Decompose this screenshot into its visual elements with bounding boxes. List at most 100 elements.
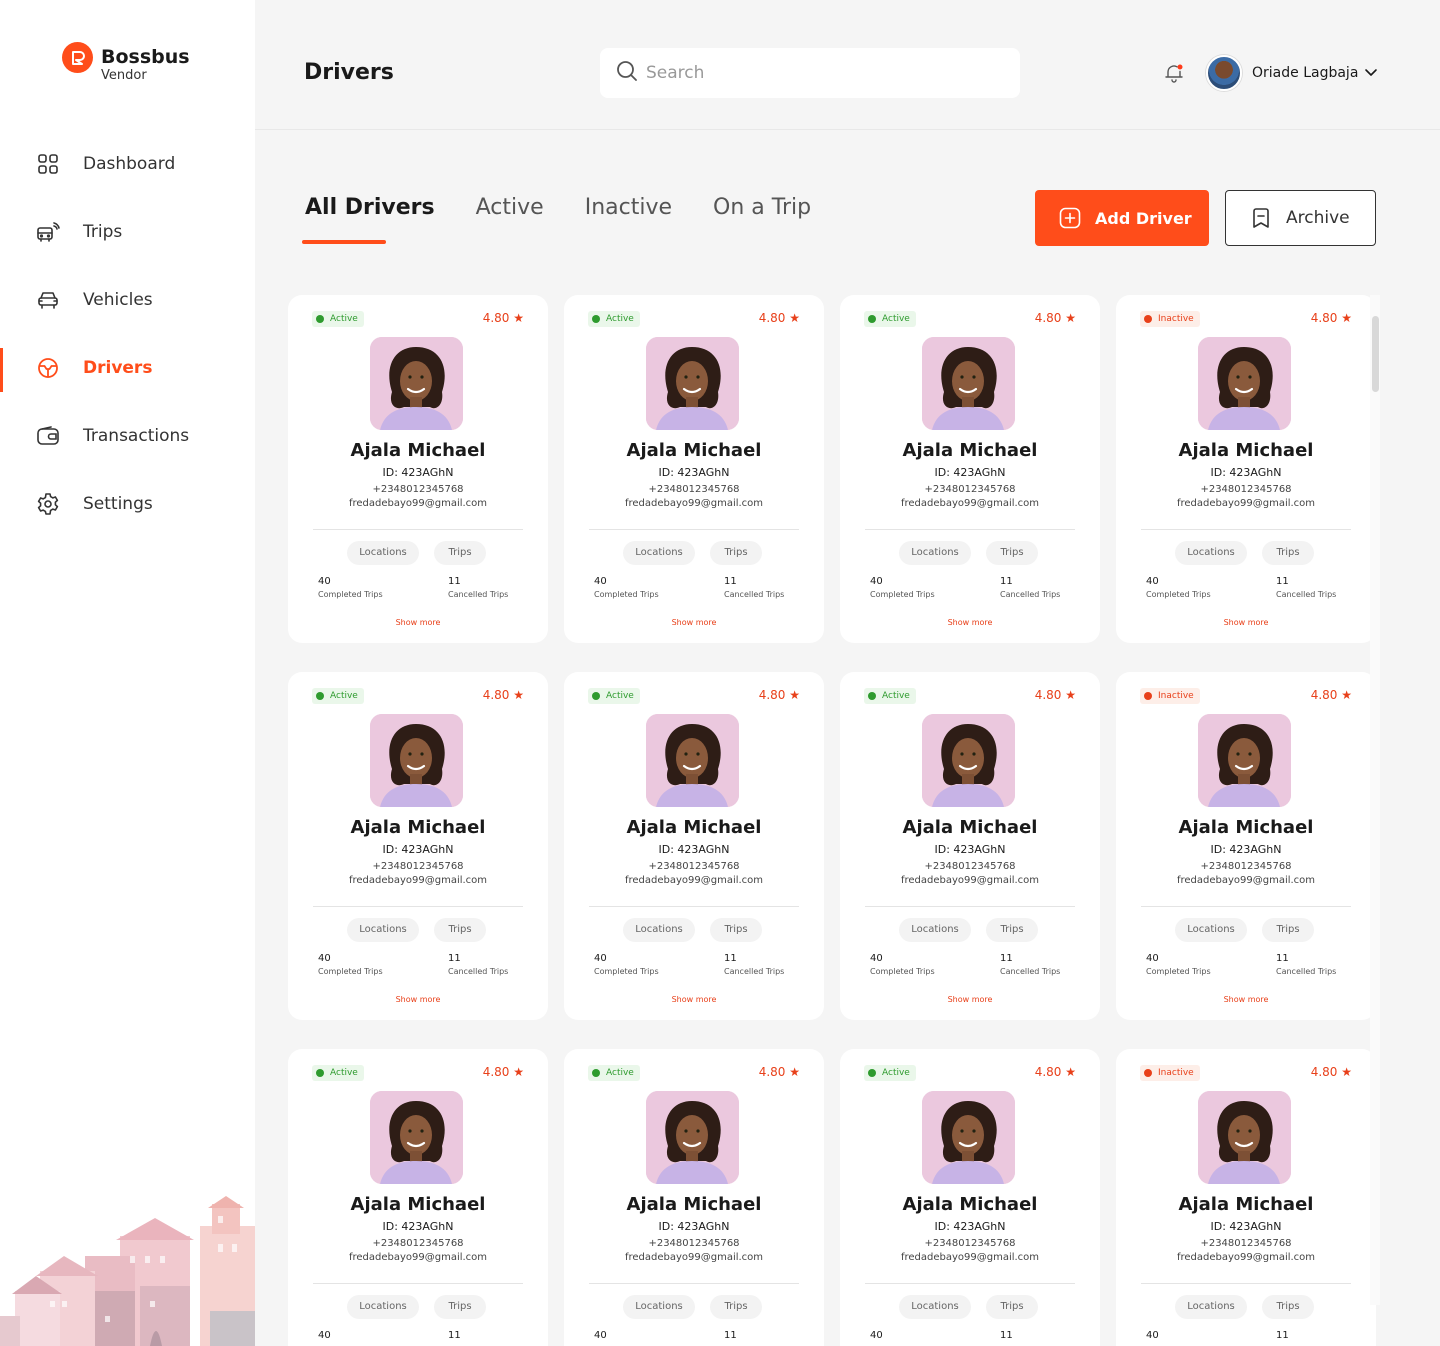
- driver-card[interactable]: Active 4.80 ★ Ajala Michael ID: 423AGhN …: [840, 1049, 1100, 1346]
- locations-chip[interactable]: Locations: [899, 918, 971, 942]
- trips-chip[interactable]: Trips: [986, 1295, 1038, 1319]
- sidebar-item-settings[interactable]: Settings: [0, 470, 255, 538]
- completed-trips-label: Completed Trips: [1146, 590, 1211, 599]
- status-badge: Active: [864, 688, 916, 704]
- show-more-link[interactable]: Show more: [288, 995, 548, 1004]
- locations-chip[interactable]: Locations: [623, 918, 695, 942]
- trips-chip[interactable]: Trips: [1262, 1295, 1314, 1319]
- completed-trips-label: Completed Trips: [594, 590, 659, 599]
- trips-chip[interactable]: Trips: [434, 541, 486, 565]
- locations-chip[interactable]: Locations: [1175, 918, 1247, 942]
- star-icon: ★: [513, 311, 524, 325]
- driver-phone: +2348012345768: [372, 861, 464, 872]
- driver-email: fredadebayo99@gmail.com: [1176, 1252, 1316, 1263]
- sidebar-item-trips[interactable]: Trips: [0, 198, 255, 266]
- top-header: Drivers Oriade Lagbaja: [255, 0, 1440, 130]
- search-box[interactable]: [600, 48, 1020, 98]
- locations-chip[interactable]: Locations: [899, 1295, 971, 1319]
- star-icon: ★: [789, 311, 800, 325]
- rating-value: 4.80: [1034, 311, 1062, 325]
- star-icon: ★: [1065, 311, 1076, 325]
- trips-chip[interactable]: Trips: [434, 918, 486, 942]
- locations-chip[interactable]: Locations: [347, 918, 419, 942]
- show-more-link[interactable]: Show more: [564, 618, 824, 627]
- trips-chip[interactable]: Trips: [434, 1295, 486, 1319]
- show-more-link[interactable]: Show more: [564, 995, 824, 1004]
- scrollbar-thumb[interactable]: [1372, 316, 1379, 392]
- sidebar-item-transactions[interactable]: Transactions: [0, 402, 255, 470]
- cancelled-trips-count: 11: [448, 1330, 461, 1341]
- driver-id: ID: 423AGhN: [382, 843, 454, 856]
- driver-name: Ajala Michael: [1178, 1194, 1314, 1215]
- locations-chip[interactable]: Locations: [1175, 541, 1247, 565]
- driver-card[interactable]: Active 4.80 ★ Ajala Michael ID: 423AGhN …: [564, 295, 824, 643]
- divider: [1141, 906, 1351, 907]
- show-more-link[interactable]: Show more: [1116, 995, 1376, 1004]
- app-logo[interactable]: Bossbus Vendor: [62, 42, 190, 83]
- divider: [313, 1283, 523, 1284]
- completed-trips-stat: 40 Completed Trips: [870, 953, 935, 976]
- add-driver-label: Add Driver: [1095, 208, 1192, 228]
- user-menu[interactable]: Oriade Lagbaja: [1206, 55, 1378, 91]
- driver-email: fredadebayo99@gmail.com: [900, 498, 1040, 509]
- notification-bell-icon[interactable]: [1163, 62, 1187, 86]
- sidebar-item-dashboard[interactable]: Dashboard: [0, 130, 255, 198]
- driver-grid: Active 4.80 ★ Ajala Michael ID: 423AGhN …: [288, 295, 1376, 1346]
- completed-trips-stat: 40 Completed Trips: [594, 953, 659, 976]
- cancelled-trips-label: Cancelled Trips: [724, 590, 785, 599]
- completed-trips-stat: 40 Completed Trips: [318, 953, 383, 976]
- show-more-link[interactable]: Show more: [840, 618, 1100, 627]
- tab-active[interactable]: Active: [476, 195, 544, 220]
- trips-chip[interactable]: Trips: [710, 918, 762, 942]
- trips-chip[interactable]: Trips: [986, 541, 1038, 565]
- search-input[interactable]: [646, 63, 986, 83]
- trips-chip[interactable]: Trips: [986, 918, 1038, 942]
- driver-photo: [646, 714, 739, 807]
- show-more-link[interactable]: Show more: [840, 995, 1100, 1004]
- cancelled-trips-stat: 11 Cancelled Trips: [724, 953, 784, 976]
- trips-chip[interactable]: Trips: [710, 1295, 762, 1319]
- trips-chip[interactable]: Trips: [1262, 918, 1314, 942]
- trips-chip[interactable]: Trips: [710, 541, 762, 565]
- sidebar-item-label: Drivers: [83, 358, 153, 378]
- status-badge: Active: [312, 688, 364, 704]
- archive-button[interactable]: Archive: [1225, 190, 1376, 246]
- locations-chip[interactable]: Locations: [347, 1295, 419, 1319]
- driver-card[interactable]: Active 4.80 ★ Ajala Michael ID: 423AGhN …: [564, 1049, 824, 1346]
- driver-card[interactable]: Active 4.80 ★ Ajala Michael ID: 423AGhN …: [288, 672, 548, 1020]
- driver-id: ID: 423AGhN: [658, 1220, 730, 1233]
- show-more-link[interactable]: Show more: [1116, 618, 1376, 627]
- driver-card[interactable]: Active 4.80 ★ Ajala Michael ID: 423AGhN …: [564, 672, 824, 1020]
- driver-card[interactable]: Active 4.80 ★ Ajala Michael ID: 423AGhN …: [840, 672, 1100, 1020]
- driver-card[interactable]: Active 4.80 ★ Ajala Michael ID: 423AGhN …: [288, 1049, 548, 1346]
- driver-card[interactable]: Active 4.80 ★ Ajala Michael ID: 423AGhN …: [840, 295, 1100, 643]
- star-icon: ★: [1065, 1065, 1076, 1079]
- scrollbar-track[interactable]: [1370, 295, 1380, 1305]
- sidebar-item-vehicles[interactable]: Vehicles: [0, 266, 255, 334]
- cancelled-trips-stat: 11: [724, 1330, 737, 1344]
- locations-chip[interactable]: Locations: [1175, 1295, 1247, 1319]
- driver-photo: [646, 1091, 739, 1184]
- driver-photo: [1198, 337, 1291, 430]
- driver-card[interactable]: Inactive 4.80 ★ Ajala Michael ID: 423AGh…: [1116, 295, 1376, 643]
- locations-chip[interactable]: Locations: [899, 541, 971, 565]
- driver-name: Ajala Michael: [626, 817, 762, 838]
- tab-all-drivers[interactable]: All Drivers: [302, 195, 435, 244]
- add-driver-button[interactable]: Add Driver: [1035, 190, 1209, 246]
- cancelled-trips-stat: 11 Cancelled Trips: [1000, 576, 1060, 599]
- completed-trips-count: 40: [1146, 953, 1159, 964]
- locations-chip[interactable]: Locations: [347, 541, 419, 565]
- locations-chip[interactable]: Locations: [623, 541, 695, 565]
- driver-phone: +2348012345768: [924, 861, 1016, 872]
- driver-card[interactable]: Active 4.80 ★ Ajala Michael ID: 423AGhN …: [288, 295, 548, 643]
- show-more-link[interactable]: Show more: [288, 618, 548, 627]
- star-icon: ★: [1341, 1065, 1352, 1079]
- driver-email: fredadebayo99@gmail.com: [1176, 875, 1316, 886]
- driver-card[interactable]: Inactive 4.80 ★ Ajala Michael ID: 423AGh…: [1116, 672, 1376, 1020]
- sidebar-item-drivers[interactable]: Drivers: [0, 334, 255, 402]
- tab-inactive[interactable]: Inactive: [585, 195, 672, 220]
- locations-chip[interactable]: Locations: [623, 1295, 695, 1319]
- tab-on-a-trip[interactable]: On a Trip: [713, 195, 811, 220]
- driver-card[interactable]: Inactive 4.80 ★ Ajala Michael ID: 423AGh…: [1116, 1049, 1376, 1346]
- trips-chip[interactable]: Trips: [1262, 541, 1314, 565]
